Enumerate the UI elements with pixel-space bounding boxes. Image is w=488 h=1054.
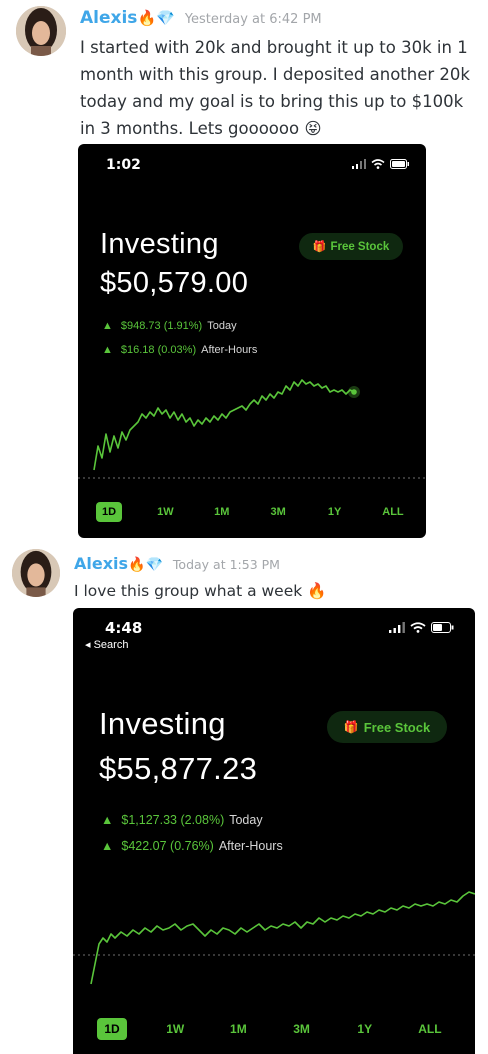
today-change: ▲ $1,127.33 (2.08%) Today <box>101 813 263 827</box>
gift-icon: 🎁 <box>343 720 359 734</box>
range-all[interactable]: ALL <box>413 1022 447 1036</box>
after-hours-change-value: $422.07 (0.76%) <box>121 839 214 853</box>
chat-message: Alexis 🔥 💎 Yesterday at 6:42 PM I starte… <box>0 0 488 540</box>
up-triangle-icon: ▲ <box>102 344 113 356</box>
message-text: I love this group what a week 🔥 <box>74 582 327 600</box>
wifi-icon <box>410 622 426 633</box>
portfolio-balance: $50,579.00 <box>100 267 249 299</box>
range-1y[interactable]: 1Y <box>350 1022 380 1036</box>
diamond-badge-icon: 💎 <box>156 9 175 27</box>
avatar[interactable] <box>16 6 66 56</box>
page-title: Investing <box>100 228 219 260</box>
investing-screenshot[interactable]: 1:02 Investing $50,579.00 🎁 Free Stock ▲… <box>78 144 426 538</box>
range-1m[interactable]: 1M <box>209 506 235 518</box>
portfolio-balance: $55,877.23 <box>99 751 258 786</box>
fire-badge-icon: 🔥 <box>137 9 157 27</box>
today-change-value: $948.73 (1.91%) <box>120 320 203 332</box>
after-hours-change-value: $16.18 (0.03%) <box>120 344 197 356</box>
range-all[interactable]: ALL <box>378 506 408 518</box>
up-triangle-icon: ▲ <box>102 320 113 332</box>
range-1d[interactable]: 1D <box>96 502 122 522</box>
message-text: I started with 20k and brought it up to … <box>80 38 470 138</box>
battery-icon <box>431 622 454 633</box>
range-1w[interactable]: 1W <box>160 1022 190 1036</box>
free-stock-label: Free Stock <box>363 719 431 735</box>
current-price-dot <box>351 389 357 395</box>
today-change-value: $1,127.33 (2.08%) <box>121 813 225 827</box>
free-stock-button[interactable]: 🎁 Free Stock <box>327 711 447 743</box>
up-triangle-icon: ▲ <box>101 813 114 827</box>
range-1d[interactable]: 1D <box>97 1018 127 1040</box>
battery-icon <box>390 159 409 169</box>
range-3m[interactable]: 3M <box>287 1022 317 1036</box>
after-hours-change: ▲ $422.07 (0.76%) After-Hours <box>101 839 283 853</box>
signal-icon <box>352 159 366 169</box>
after-hours-label: After-Hours <box>218 839 283 853</box>
free-stock-button[interactable]: 🎁 Free Stock <box>299 233 403 260</box>
range-1w[interactable]: 1W <box>152 506 178 518</box>
avatar[interactable] <box>12 549 60 597</box>
username[interactable]: Alexis <box>80 8 137 28</box>
message-header: Alexis 🔥 💎 Today at 1:53 PM <box>74 554 280 573</box>
time-range-tabs: 1D 1W 1M 3M 1Y ALL <box>97 1018 447 1040</box>
clock: 4:48 <box>105 619 143 637</box>
fire-badge-icon: 🔥 <box>128 557 146 573</box>
timestamp: Yesterday at 6:42 PM <box>184 12 322 27</box>
time-range-tabs: 1D 1W 1M 3M 1Y ALL <box>96 502 408 522</box>
signal-icon <box>389 622 405 633</box>
status-bar <box>389 622 455 633</box>
free-stock-label: Free Stock <box>330 240 390 253</box>
today-label: Today <box>207 320 237 332</box>
price-line <box>93 379 355 471</box>
portfolio-chart[interactable] <box>78 364 426 484</box>
portfolio-chart[interactable] <box>73 878 475 988</box>
status-bar <box>352 159 410 169</box>
clock: 1:02 <box>106 157 141 173</box>
up-triangle-icon: ▲ <box>101 839 114 853</box>
chat-message: Alexis 🔥 💎 Today at 1:53 PM I love this … <box>0 545 488 1054</box>
investing-screenshot[interactable]: 4:48 ◂ Search Investing $55,877.23 🎁 Fre… <box>73 608 475 1054</box>
range-1y[interactable]: 1Y <box>322 506 348 518</box>
wifi-icon <box>371 159 385 169</box>
avatar-photo <box>12 549 60 597</box>
today-label: Today <box>229 813 263 827</box>
gift-icon: 🎁 <box>312 241 327 253</box>
message-header: Alexis 🔥 💎 Yesterday at 6:42 PM <box>80 8 322 28</box>
timestamp: Today at 1:53 PM <box>172 557 280 572</box>
avatar-photo <box>16 6 66 56</box>
today-change: ▲ $948.73 (1.91%) Today <box>102 320 237 332</box>
range-1m[interactable]: 1M <box>223 1022 253 1036</box>
after-hours-label: After-Hours <box>201 344 258 356</box>
after-hours-change: ▲ $16.18 (0.03%) After-Hours <box>102 344 257 356</box>
price-line <box>90 891 475 985</box>
back-to-search-link[interactable]: ◂ Search <box>85 638 128 651</box>
diamond-badge-icon: 💎 <box>145 557 163 573</box>
username[interactable]: Alexis <box>74 554 128 573</box>
range-3m[interactable]: 3M <box>265 506 291 518</box>
page-title: Investing <box>99 706 226 741</box>
